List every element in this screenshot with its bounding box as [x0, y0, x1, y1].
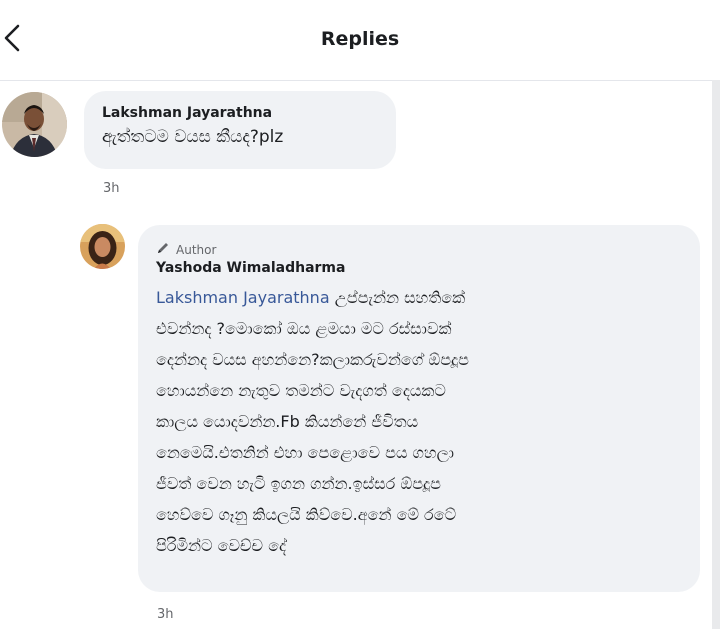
reply-line: දෙන්නද වයස අහන්නෙ?කලාකරුවන්ගේ ඕපදූප — [156, 350, 469, 369]
scrollbar-track[interactable] — [712, 80, 720, 629]
reply-line: එවන්නද ?මොකෝ ඔය ළමයා මට රස්සාවක් — [156, 319, 452, 338]
reply-line: කාලය යොදවන්න.Fb කියන්නේ ජීවිතය — [156, 412, 419, 431]
commenter-avatar[interactable] — [2, 92, 67, 157]
top-bar: Replies — [0, 0, 720, 81]
reply-author-name[interactable]: Yashoda Wimaladharma — [156, 260, 682, 276]
reply-text: Lakshman Jayarathna උප්පැන්න සහතිකේ එවන්… — [156, 282, 682, 561]
comment-bubble: Lakshman Jayarathna ඇත්තටම වයස කීයද?plz — [84, 91, 396, 169]
author-badge: Author — [156, 241, 682, 258]
reply-line: හොයන්නෙ නැතුව තමන්ට වැදගත් දෙයකට — [156, 381, 446, 400]
reply-line: Lakshman Jayarathna උප්පැන්න සහතිකේ — [156, 282, 682, 313]
reply-bubble: Author Yashoda Wimaladharma Lakshman Jay… — [138, 225, 700, 592]
reply-line-text: උප්පැන්න සහතිකේ — [334, 288, 466, 307]
reply-line: පිරිමින්ට වෙච්ච දේ — [156, 536, 287, 555]
mention-link[interactable]: Lakshman Jayarathna — [156, 288, 330, 307]
comment-text: ඇත්තටම වයස කීයද?plz — [102, 127, 284, 147]
reply-line: ජීවත් වෙන හැටි ඉගන ගන්න.ඉස්සර ඕපදූප — [156, 474, 441, 493]
reply-timestamp[interactable]: 3h — [157, 607, 174, 622]
reply-line: හෙව්වෙ ගෑනු කියලයි කිව්වෙ.අනේ මේ රටේ — [156, 505, 457, 524]
pencil-icon — [156, 241, 170, 258]
comment-timestamp[interactable]: 3h — [103, 181, 120, 196]
reply-line: නෙමෙයි.එතනින් එහා පෙළොවෙ පය ගහලා — [156, 443, 455, 462]
author-badge-label: Author — [176, 242, 217, 257]
page-title: Replies — [320, 28, 400, 50]
author-avatar[interactable] — [80, 224, 125, 269]
commenter-name[interactable]: Lakshman Jayarathna — [102, 105, 378, 121]
